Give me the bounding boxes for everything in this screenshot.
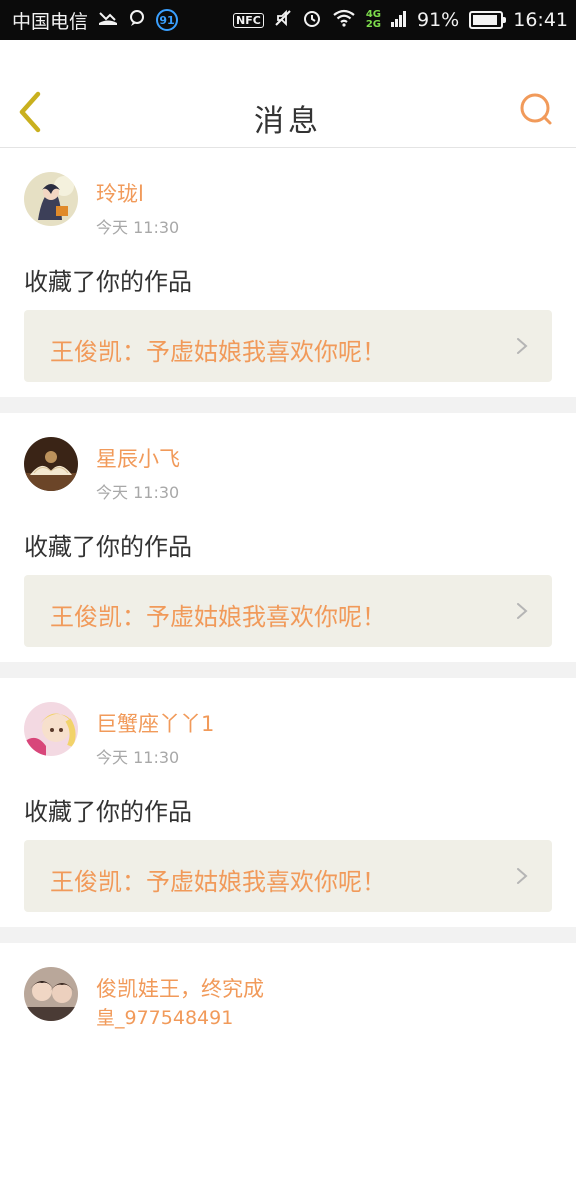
action-text: 收藏了你的作品 <box>24 533 192 561</box>
divider <box>0 662 576 678</box>
battery-level <box>473 15 497 25</box>
search-button[interactable] <box>518 92 554 128</box>
timestamp: 今天 11:30 <box>96 748 180 767</box>
status-bar-left: 中国电信 91 <box>12 7 179 34</box>
avatar[interactable] <box>24 172 78 226</box>
timestamp: 皇_977548491 <box>96 1007 234 1029</box>
clock: 16:41 <box>513 9 568 31</box>
alarm-icon <box>302 8 322 32</box>
work-title: 王俊凯：予虚姑娘我喜欢你呢！ <box>50 338 386 366</box>
network-type: 4G 2G <box>366 10 381 30</box>
search-icon <box>520 93 552 125</box>
avatar[interactable] <box>24 702 78 756</box>
chevron-right-icon <box>517 603 528 619</box>
username[interactable]: 巨蟹座丫丫1 <box>96 708 214 738</box>
timestamp: 今天 11:30 <box>96 218 180 237</box>
signal-icon <box>391 9 407 31</box>
notification-badge: 91 <box>156 9 179 31</box>
net-2g-label: 2G <box>365 19 381 30</box>
work-title: 王俊凯：予虚姑娘我喜欢你呢！ <box>50 603 386 631</box>
message-card: 俊凯娃王，终究成 皇_977548491 <box>0 943 576 1192</box>
divider <box>0 927 576 943</box>
work-link[interactable]: 王俊凯：予虚姑娘我喜欢你呢！ <box>24 575 552 647</box>
nfc-icon: NFC <box>233 12 264 28</box>
action-text: 收藏了你的作品 <box>24 798 192 826</box>
avatar[interactable] <box>24 967 78 1021</box>
username[interactable]: 玲珑l <box>96 178 144 208</box>
timestamp: 今天 11:30 <box>96 483 180 502</box>
message-list: 玲珑l 今天 11:30 收藏了你的作品 王俊凯：予虚姑娘我喜欢你呢！ 星辰小飞… <box>0 148 576 1192</box>
action-text: 收藏了你的作品 <box>24 268 192 296</box>
work-link[interactable]: 王俊凯：予虚姑娘我喜欢你呢！ <box>24 840 552 912</box>
mute-icon <box>274 9 292 31</box>
work-title: 王俊凯：予虚姑娘我喜欢你呢！ <box>50 868 386 896</box>
username[interactable]: 俊凯娃王，终究成 <box>96 973 264 1003</box>
status-bar: 中国电信 91 NFC 4G 2G 91% 16:41 <box>0 0 576 40</box>
work-link[interactable]: 王俊凯：予虚姑娘我喜欢你呢！ <box>24 310 552 382</box>
wifi-icon <box>332 9 356 31</box>
page-title: 消息 <box>254 104 322 139</box>
chevron-right-icon <box>517 868 528 884</box>
carrier-name: 中国电信 <box>12 10 89 33</box>
username[interactable]: 星辰小飞 <box>96 443 180 473</box>
message-card: 巨蟹座丫丫1 今天 11:30 收藏了你的作品 王俊凯：予虚姑娘我喜欢你呢！ <box>0 678 576 927</box>
battery-percent: 91% <box>417 9 460 31</box>
message-card: 星辰小飞 今天 11:30 收藏了你的作品 王俊凯：予虚姑娘我喜欢你呢！ <box>0 413 576 662</box>
battery-icon <box>469 11 507 29</box>
chat-bubble-icon <box>128 9 146 31</box>
divider <box>0 397 576 413</box>
message-card: 玲珑l 今天 11:30 收藏了你的作品 王俊凯：予虚姑娘我喜欢你呢！ <box>0 148 576 397</box>
missed-call-icon <box>98 10 118 30</box>
avatar[interactable] <box>24 437 78 491</box>
chevron-right-icon <box>517 338 528 354</box>
app-header: 消息 <box>0 40 576 148</box>
status-bar-right: NFC 4G 2G 91% 16:41 <box>233 8 568 32</box>
